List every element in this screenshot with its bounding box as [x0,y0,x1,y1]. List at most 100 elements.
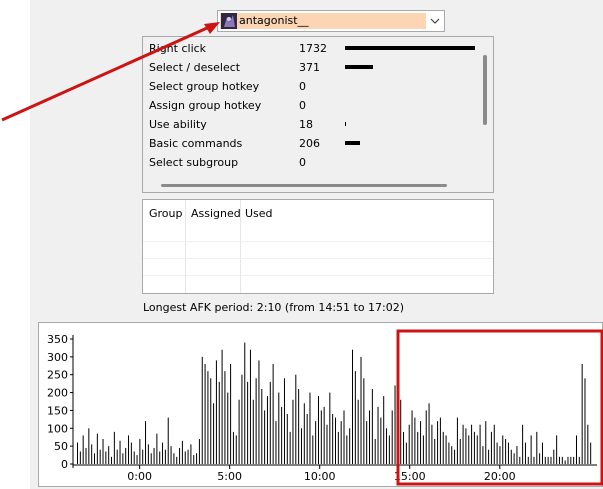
activity-bar [201,356,203,464]
activity-bar [369,410,371,464]
activity-bar [116,449,118,464]
x-tick-label: 0:00 [127,470,152,483]
activity-bar [459,439,461,464]
activity-bar [162,442,164,464]
command-stats-list[interactable]: Right click 1732 Select / deselect 371 S… [142,36,494,193]
activity-bar [561,456,563,464]
stat-row-right-click[interactable]: Right click 1732 [149,39,489,58]
activity-bar [473,431,475,464]
activity-bar [108,446,110,464]
stat-value: 371 [299,61,320,74]
activity-bar [247,381,249,464]
activity-bar [547,456,549,464]
activity-bar [584,378,586,464]
x-tick-label: 15:00 [394,470,426,483]
activity-bar [414,417,416,464]
stats-horizontal-scrollbar[interactable] [161,184,447,187]
stat-row-use-ability[interactable]: Use ability 18 [149,115,489,134]
x-tick-label: 5:00 [217,470,242,483]
activity-bar [363,378,365,464]
stat-row-assign-group-hotkey[interactable]: Assign group hotkey 0 [149,96,489,115]
activity-bar [218,381,220,464]
stat-row-select-subgroup[interactable]: Select subgroup 0 [149,153,489,172]
activity-bar [437,421,439,464]
activity-bar [471,424,473,464]
activity-bar [312,435,314,464]
activity-bar [198,439,200,464]
activity-bar [383,396,385,464]
activity-bar [403,431,405,464]
activity-bar [210,378,212,464]
activity-bar [530,435,532,464]
activity-bar [575,435,577,464]
activity-bar [150,453,152,464]
activity-bar [386,428,388,464]
activity-bar [167,417,169,464]
activity-bar [366,421,368,464]
activity-bar [524,442,526,464]
activity-bar [513,453,515,464]
player-select-dropdown[interactable]: antagonist__ [217,10,445,32]
activity-bar [258,360,260,464]
stat-bar [345,65,373,69]
activity-bar [122,453,124,464]
stat-label: Basic commands [149,137,243,150]
stat-label: Right click [149,42,207,55]
activity-bar [79,451,81,464]
activity-bar [187,449,189,464]
stat-row-select-deselect[interactable]: Select / deselect 371 [149,58,489,77]
activity-bar [300,428,302,464]
activity-bar [502,435,504,464]
stats-vertical-scrollbar[interactable] [483,55,487,125]
activity-bar [295,374,297,464]
activity-bar [448,442,450,464]
activity-bar [374,439,376,464]
chart-canvas: 0 50 100 150 200 250 300 350 0:00 5:00 10:00 15:00 2… [47,333,597,483]
activity-bar [306,414,308,464]
activity-bar [451,446,453,464]
chevron-down-icon[interactable] [429,15,441,27]
activity-bar [184,451,186,464]
activity-bar [266,396,268,464]
activity-bar [292,399,294,464]
column-header-used[interactable]: Used [245,207,273,220]
stat-row-basic-commands[interactable]: Basic commands 206 [149,134,489,153]
activity-bar [224,371,226,464]
activity-bar [170,446,172,464]
activity-bar [85,447,87,464]
activity-bar [570,456,572,464]
activity-bar [556,435,558,464]
activity-bar [476,435,478,464]
activity-bar [400,399,402,464]
activity-bar [261,389,263,464]
activity-bar [215,360,217,464]
table-row-line [143,258,493,259]
column-header-group[interactable]: Group [149,207,183,220]
stat-bar [345,122,346,126]
activity-bar [142,449,144,464]
activity-bar [227,392,229,464]
activity-bar [235,435,237,464]
activity-bar [332,414,334,464]
stat-label: Select subgroup [149,156,239,169]
stat-row-select-group-hotkey[interactable]: Select group hotkey 0 [149,77,489,96]
activity-bar [102,439,104,464]
activity-bar [462,424,464,464]
activity-bar [527,456,529,464]
activity-bar [275,421,277,464]
activity-bar [119,440,121,464]
activity-bar [482,446,484,464]
activity-bar [252,399,254,464]
activity-bar [269,381,271,464]
column-header-assigned[interactable]: Assigned [191,207,241,220]
activity-bar [425,410,427,464]
activity-bar [539,453,541,464]
activity-bar [179,447,181,464]
column-divider [240,200,241,293]
hotkey-group-table[interactable]: Group Assigned Used [142,199,494,294]
activity-bar [128,435,130,464]
activity-bar [283,378,285,464]
activity-bar [377,406,379,464]
activity-bar [516,446,518,464]
activity-bar [315,421,317,464]
